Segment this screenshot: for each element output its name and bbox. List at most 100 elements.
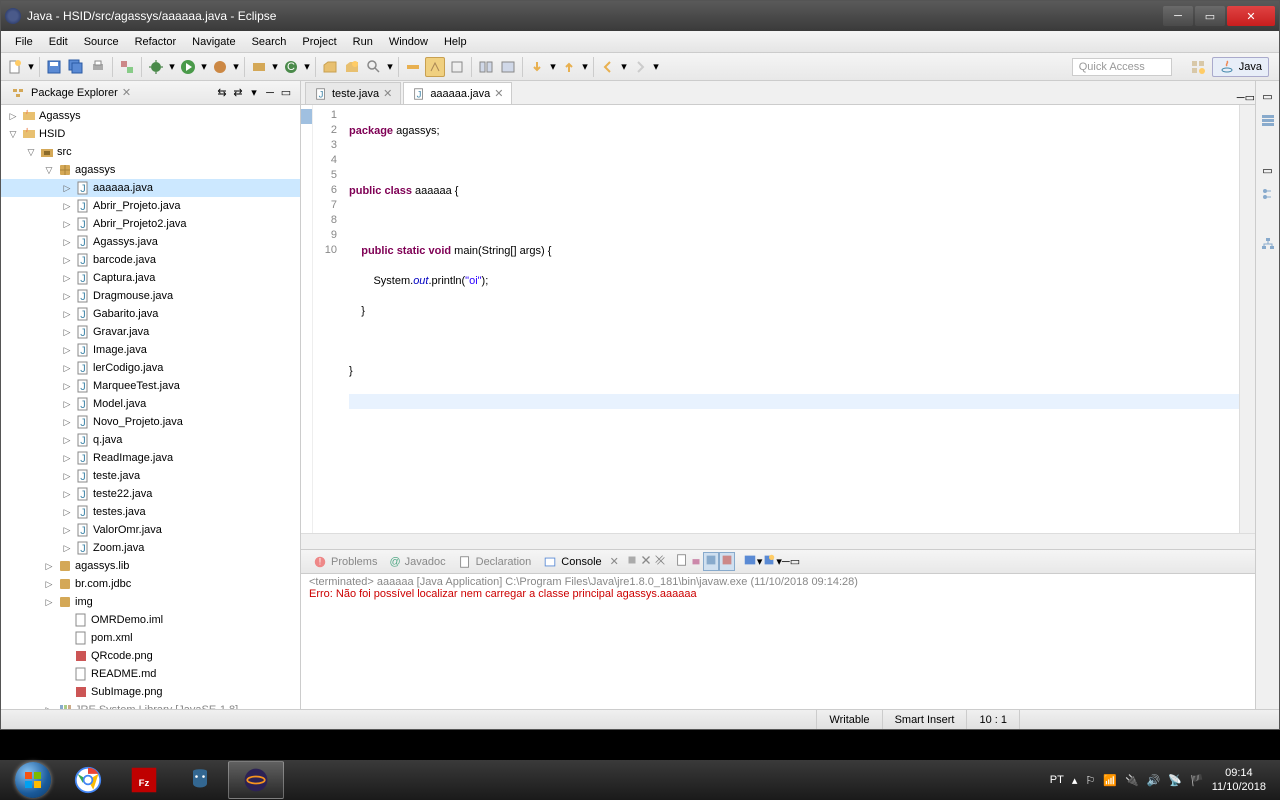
taskbar-postgres[interactable] [172, 761, 228, 799]
console-tab[interactable]: Console✕ [537, 553, 625, 571]
maximize-editor-icon[interactable]: ▭ [1245, 91, 1255, 104]
start-button[interactable] [6, 761, 60, 799]
new-package-icon[interactable] [249, 57, 269, 77]
dropdown-icon[interactable]: ▾ [386, 60, 394, 73]
language-indicator[interactable]: PT [1050, 774, 1064, 786]
save-icon[interactable] [44, 57, 64, 77]
tree-java-file[interactable]: ▷JValorOmr.java [1, 521, 300, 539]
maximize-view-icon[interactable]: ▭ [278, 85, 294, 101]
taskbar-filezilla[interactable]: Fz [116, 761, 172, 799]
show-console-icon[interactable] [703, 552, 719, 571]
tree-java-file[interactable]: ▷JReadImage.java [1, 449, 300, 467]
tree-package[interactable]: ▽agassys [1, 161, 300, 179]
taskbar-chrome[interactable] [60, 761, 116, 799]
java-perspective-button[interactable]: Java [1212, 57, 1269, 77]
menu-refactor[interactable]: Refactor [127, 34, 185, 50]
console-output[interactable]: <terminated> aaaaaa [Java Application] C… [301, 574, 1255, 709]
menu-window[interactable]: Window [381, 34, 436, 50]
close-button[interactable]: ✕ [1227, 6, 1275, 26]
tree-java-file[interactable]: ▷JAbrir_Projeto.java [1, 197, 300, 215]
tray-arrow-icon[interactable]: ▴ [1072, 774, 1078, 787]
tree-java-file[interactable]: ▷Jbarcode.java [1, 251, 300, 269]
tree-file[interactable]: pom.xml [1, 629, 300, 647]
open-type-icon[interactable] [320, 57, 340, 77]
run-icon[interactable] [178, 57, 198, 77]
nav-icon[interactable] [498, 57, 518, 77]
run-last-icon[interactable] [210, 57, 230, 77]
dropdown-icon[interactable]: ▾ [27, 60, 35, 73]
scroll-lock-icon[interactable] [689, 553, 703, 570]
tree-project[interactable]: ▽HSID [1, 125, 300, 143]
menu-file[interactable]: File [7, 34, 41, 50]
tree-java-file[interactable]: ▷Jtestes.java [1, 503, 300, 521]
nav-icon[interactable] [476, 57, 496, 77]
minimize-button[interactable]: ─ [1163, 6, 1193, 26]
show-console-err-icon[interactable] [719, 552, 735, 571]
hierarchy-icon[interactable] [1259, 235, 1277, 253]
toggle-breakpoint-icon[interactable] [403, 57, 423, 77]
build-icon[interactable] [117, 57, 137, 77]
search-icon[interactable] [364, 57, 384, 77]
tree-java-file[interactable]: ▷JAgassys.java [1, 233, 300, 251]
minimize-console-icon[interactable]: ─ [782, 556, 790, 568]
annotation-icon[interactable] [425, 57, 445, 77]
sound-icon[interactable]: 🔊 [1147, 774, 1161, 787]
pin-icon[interactable] [447, 57, 467, 77]
forward-icon[interactable] [630, 57, 650, 77]
tree-package[interactable]: ▷agassys.lib [1, 557, 300, 575]
editor-tab-active[interactable]: Jaaaaaa.java✕ [403, 82, 512, 104]
print-icon[interactable] [88, 57, 108, 77]
open-console-icon[interactable] [762, 553, 776, 570]
close-tab-icon[interactable]: ✕ [383, 87, 392, 100]
tree-java-file[interactable]: ▷JCaptura.java [1, 269, 300, 287]
minimize-view-icon[interactable]: ─ [262, 85, 278, 101]
prev-annotation-icon[interactable] [559, 57, 579, 77]
task-list-icon[interactable] [1259, 111, 1277, 129]
tree-java-file[interactable]: ▷JZoom.java [1, 539, 300, 557]
dropdown-icon[interactable]: ▾ [271, 60, 279, 73]
tree-java-file[interactable]: ▷JAbrir_Projeto2.java [1, 215, 300, 233]
menu-search[interactable]: Search [244, 34, 295, 50]
problems-tab[interactable]: !Problems [307, 553, 383, 571]
menu-source[interactable]: Source [76, 34, 127, 50]
horizontal-scrollbar[interactable] [301, 533, 1255, 549]
package-explorer-tab[interactable]: Package Explorer ✕ [7, 83, 135, 103]
restore-view-icon[interactable]: ▭ [1259, 161, 1277, 179]
battery-icon[interactable]: 🔌 [1125, 774, 1139, 787]
dropdown-icon[interactable]: ▾ [549, 60, 557, 73]
tree-java-file[interactable]: ▷Jteste22.java [1, 485, 300, 503]
debug-icon[interactable] [146, 57, 166, 77]
dropdown-icon[interactable]: ▾ [200, 60, 208, 73]
network-icon[interactable]: 📶 [1103, 774, 1117, 787]
tree-package[interactable]: ▷br.com.jdbc [1, 575, 300, 593]
taskbar-eclipse[interactable] [228, 761, 284, 799]
remove-all-icon[interactable] [653, 553, 667, 570]
dropdown-icon[interactable]: ▾ [581, 60, 589, 73]
remove-launch-icon[interactable] [639, 553, 653, 570]
open-perspective-icon[interactable] [1188, 57, 1208, 77]
new-class-icon[interactable]: C [281, 57, 301, 77]
menu-edit[interactable]: Edit [41, 34, 76, 50]
tree-java-file[interactable]: ▷JDragmouse.java [1, 287, 300, 305]
tree-java-file[interactable]: ▷Jq.java [1, 431, 300, 449]
save-all-icon[interactable] [66, 57, 86, 77]
maximize-button[interactable]: ▭ [1195, 6, 1225, 26]
new-icon[interactable] [5, 57, 25, 77]
clear-console-icon[interactable] [675, 553, 689, 570]
tree-java-file[interactable]: ▷Jteste.java [1, 467, 300, 485]
open-task-icon[interactable] [342, 57, 362, 77]
close-tab-icon[interactable]: ✕ [494, 87, 503, 100]
dropdown-icon[interactable]: ▾ [303, 60, 311, 73]
dropdown-icon[interactable]: ▾ [620, 60, 628, 73]
tree-project[interactable]: ▷Agassys [1, 107, 300, 125]
dropdown-icon[interactable]: ▾ [168, 60, 176, 73]
vertical-scrollbar[interactable] [1239, 105, 1255, 533]
taskbar-clock[interactable]: 09:14 11/10/2018 [1212, 766, 1266, 794]
code-editor[interactable]: 12345678910 package agassys; public clas… [301, 105, 1255, 533]
menu-navigate[interactable]: Navigate [184, 34, 243, 50]
code-content[interactable]: package agassys; public class aaaaaa { p… [343, 105, 1255, 533]
tree-java-file[interactable]: ▷JImage.java [1, 341, 300, 359]
menu-help[interactable]: Help [436, 34, 475, 50]
link-editor-icon[interactable]: ⇄ [230, 85, 246, 101]
tree-java-file[interactable]: ▷JNovo_Projeto.java [1, 413, 300, 431]
